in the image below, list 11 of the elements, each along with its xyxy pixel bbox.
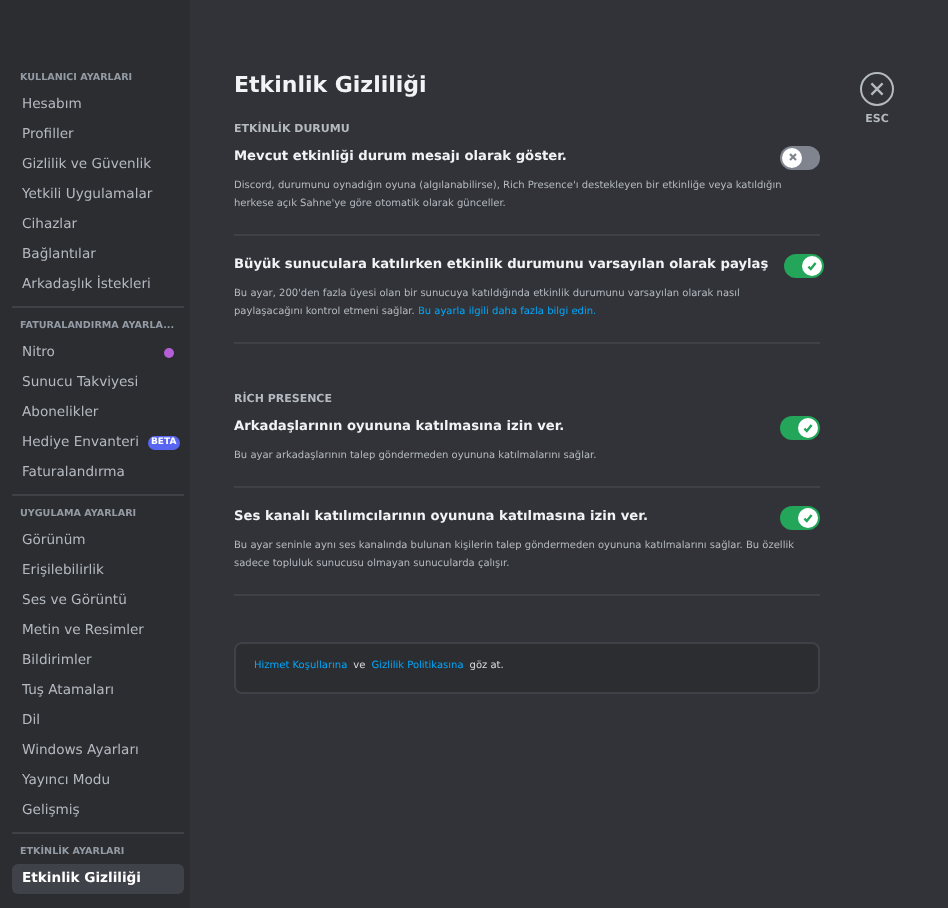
x-icon	[787, 152, 797, 163]
check-icon	[806, 259, 819, 272]
toggle-switch[interactable]	[780, 416, 820, 440]
toggle-switch[interactable]	[784, 253, 825, 278]
check-icon	[802, 422, 814, 434]
close-icon	[870, 82, 884, 96]
toggle-switch[interactable]	[780, 145, 820, 170]
page-title: Etkinlik Gizliliği	[234, 70, 429, 102]
check-icon	[802, 512, 814, 524]
close-button[interactable]	[860, 72, 894, 106]
toggle-switch[interactable]	[780, 506, 820, 530]
